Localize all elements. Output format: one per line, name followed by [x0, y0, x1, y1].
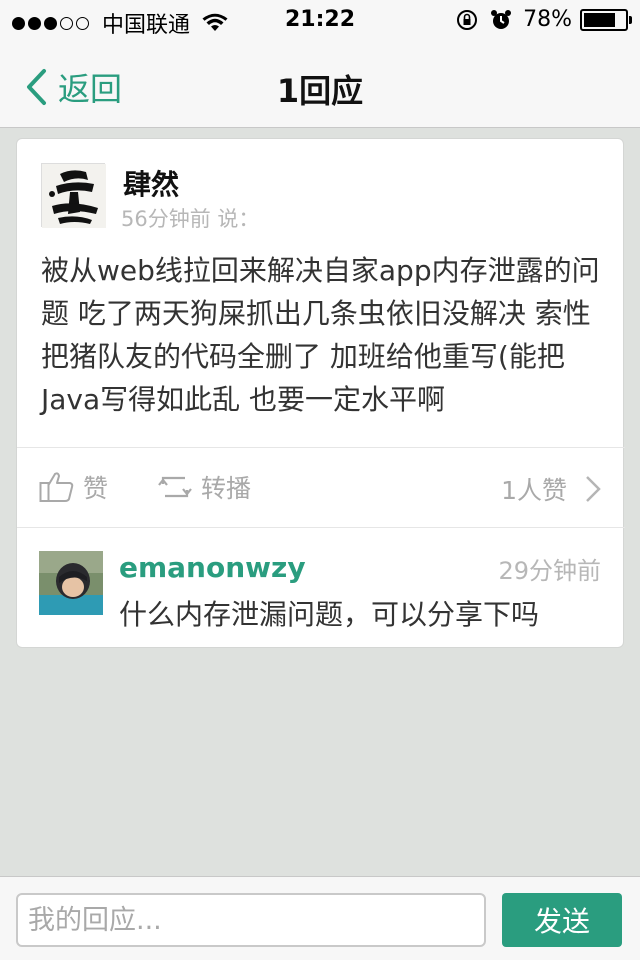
repost-button[interactable]: 转播 [157, 469, 251, 505]
navigation-bar: 返回 1回应 [0, 40, 640, 128]
reply-composer: 发送 [0, 876, 640, 960]
divider [17, 527, 625, 528]
like-button[interactable]: 赞 [39, 469, 108, 505]
divider [17, 447, 625, 448]
like-label: 赞 [83, 474, 109, 503]
reply-timestamp: 29分钟前 [498, 557, 601, 585]
alarm-icon [491, 9, 512, 29]
post-actions: 赞 转播 1人赞 [17, 449, 625, 527]
likes-count-link[interactable]: 1人赞 [501, 471, 601, 507]
status-bar: 中国联通 21:22 78% [0, 0, 640, 40]
post-meta: 56分钟前 说： [121, 207, 260, 231]
author-name[interactable]: 肆然 [123, 163, 179, 203]
reply-item: emanonwzy 29分钟前 什么内存泄漏问题，可以分享下吗 [17, 529, 625, 647]
likes-count-label: 1人赞 [501, 476, 567, 505]
repost-icon [158, 476, 192, 498]
reply-avatar[interactable] [39, 551, 103, 615]
child-photo-avatar-image [39, 551, 103, 615]
reply-author-name[interactable]: emanonwzy [119, 551, 306, 584]
reply-input[interactable] [16, 893, 486, 947]
page-title: 1回应 [276, 72, 364, 110]
battery-icon [580, 8, 632, 31]
battery-fill [584, 12, 616, 27]
send-button[interactable]: 发送 [502, 893, 622, 947]
rotation-lock-icon [457, 9, 478, 30]
repost-label: 转播 [201, 474, 252, 503]
ink-brush-avatar-image [42, 164, 106, 228]
chevron-right-icon [586, 476, 601, 502]
post-card: 肆然 56分钟前 说： 被从web线拉回来解决自家app内存泄露的问题 吃了两天… [16, 138, 625, 648]
thumbs-up-icon [39, 472, 74, 502]
post-text: 被从web线拉回来解决自家app内存泄露的问题 吃了两天狗屎抓出几条虫依旧没解决… [41, 254, 600, 416]
author-avatar[interactable] [41, 163, 106, 228]
reply-text: 什么内存泄漏问题，可以分享下吗 [119, 598, 540, 631]
battery-percent: 78% [523, 7, 572, 32]
status-right: 78% [455, 7, 632, 32]
